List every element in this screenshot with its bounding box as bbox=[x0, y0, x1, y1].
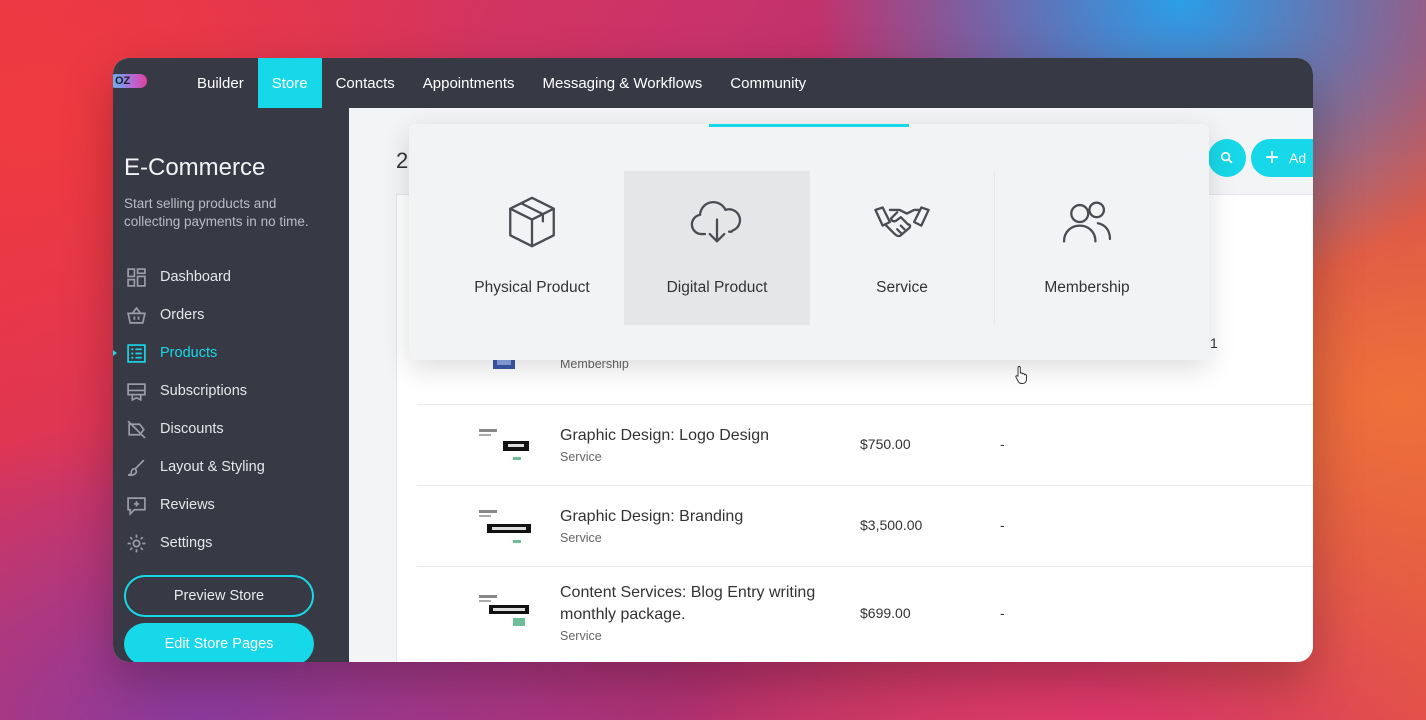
nav-builder[interactable]: Builder bbox=[183, 58, 258, 108]
sidebar-item-label: Reviews bbox=[160, 497, 215, 513]
brush-icon bbox=[125, 456, 147, 478]
sidebar-item-label: Orders bbox=[160, 307, 205, 323]
option-label: Service bbox=[876, 279, 928, 296]
product-name[interactable]: Graphic Design: Branding bbox=[560, 506, 840, 528]
sidebar-item-label: Products bbox=[160, 345, 218, 361]
product-stock: - bbox=[1000, 436, 1005, 452]
option-label: Membership bbox=[1044, 279, 1130, 296]
sidebar-item-subscriptions[interactable]: Subscriptions bbox=[113, 372, 349, 410]
sidebar-item-label: Settings bbox=[160, 535, 213, 551]
dashboard-icon bbox=[125, 266, 147, 288]
sidebar-subtitle: Start selling products and collecting pa… bbox=[124, 196, 309, 229]
sidebar-title: E-Commerce bbox=[124, 154, 266, 181]
search-icon bbox=[1220, 151, 1233, 164]
tag-icon bbox=[125, 418, 147, 440]
nav-contacts[interactable]: Contacts bbox=[322, 58, 409, 108]
option-physical-product[interactable]: Physical Product bbox=[439, 171, 625, 325]
table-row[interactable]: Content Services: Blog Entry writing mon… bbox=[417, 567, 1313, 662]
product-price: $750.00 bbox=[860, 436, 911, 452]
review-icon bbox=[125, 494, 147, 516]
product-stock: - bbox=[1000, 605, 1005, 621]
page-title-number: 2 bbox=[396, 148, 409, 173]
option-label: Physical Product bbox=[474, 279, 590, 296]
box-icon bbox=[509, 196, 555, 248]
sidebar-menu: Dashboard Orders Products Subscriptions … bbox=[113, 258, 349, 562]
sidebar-item-label: Dashboard bbox=[160, 269, 231, 285]
nav-store[interactable]: Store bbox=[257, 58, 322, 108]
product-type: Service bbox=[560, 531, 602, 545]
add-product-button[interactable]: + Ad bbox=[1251, 139, 1313, 177]
option-digital-product[interactable]: Digital Product bbox=[624, 171, 810, 325]
option-label: Digital Product bbox=[666, 279, 768, 296]
product-thumbnail bbox=[479, 425, 531, 467]
sidebar-item-reviews[interactable]: Reviews bbox=[113, 486, 349, 524]
app-logo[interactable]: OZ bbox=[113, 74, 147, 88]
sidebar-item-label: Subscriptions bbox=[160, 383, 248, 399]
table-row[interactable]: Graphic Design: Logo Design Service $750… bbox=[417, 405, 1313, 486]
product-price: $699.00 bbox=[860, 605, 911, 621]
option-membership[interactable]: Membership bbox=[994, 171, 1180, 325]
gear-icon bbox=[125, 532, 147, 554]
product-name[interactable]: Graphic Design: Logo Design bbox=[560, 425, 840, 447]
nav-community[interactable]: Community bbox=[716, 58, 820, 108]
option-service[interactable]: Service bbox=[809, 171, 995, 325]
product-thumbnail bbox=[479, 591, 531, 633]
nav-messaging-workflows[interactable]: Messaging & Workflows bbox=[529, 58, 717, 108]
product-type-dropdown: Physical Product Digital Product Service… bbox=[409, 124, 1209, 384]
sidebar: E-Commerce Start selling products and co… bbox=[113, 108, 349, 662]
nav-appointments[interactable]: Appointments bbox=[409, 58, 529, 108]
top-navigation-bar: OZ Builder Store Contacts Appointments M… bbox=[113, 58, 1313, 108]
add-product-label: Ad bbox=[1289, 150, 1307, 166]
sidebar-item-dashboard[interactable]: Dashboard bbox=[113, 258, 349, 296]
sidebar-item-label: Layout & Styling bbox=[160, 459, 265, 475]
preview-store-button[interactable]: Preview Store bbox=[124, 575, 314, 617]
plus-icon: + bbox=[1265, 144, 1280, 171]
edit-store-pages-button[interactable]: Edit Store Pages bbox=[124, 623, 314, 662]
product-stock: - bbox=[1000, 517, 1005, 533]
handshake-icon bbox=[874, 206, 930, 238]
product-type: Service bbox=[560, 629, 602, 643]
hand-cursor-icon bbox=[1015, 366, 1027, 384]
search-button[interactable] bbox=[1208, 139, 1246, 177]
product-price: $3,500.00 bbox=[860, 517, 923, 533]
sidebar-item-settings[interactable]: Settings bbox=[113, 524, 349, 562]
product-count: 1 bbox=[1210, 335, 1218, 351]
sidebar-item-layout-styling[interactable]: Layout & Styling bbox=[113, 448, 349, 486]
cloud-download-icon bbox=[690, 200, 742, 243]
list-icon bbox=[125, 342, 147, 364]
sidebar-item-products[interactable]: Products bbox=[113, 334, 349, 372]
dropdown-accent-bar bbox=[709, 124, 909, 127]
app-window: OZ Builder Store Contacts Appointments M… bbox=[113, 58, 1313, 662]
basket-icon bbox=[125, 304, 147, 326]
main-nav: Builder Store Contacts Appointments Mess… bbox=[183, 58, 820, 108]
table-row[interactable]: Graphic Design: Branding Service $3,500.… bbox=[417, 486, 1313, 567]
sidebar-item-discounts[interactable]: Discounts bbox=[113, 410, 349, 448]
product-thumbnail bbox=[479, 508, 531, 550]
logo-text: OZ bbox=[115, 75, 131, 87]
subscriptions-icon bbox=[125, 380, 147, 402]
users-icon bbox=[1062, 201, 1112, 243]
product-name[interactable]: Content Services: Blog Entry writing mon… bbox=[560, 582, 840, 626]
sidebar-item-label: Discounts bbox=[160, 421, 224, 437]
sidebar-item-orders[interactable]: Orders bbox=[113, 296, 349, 334]
product-type: Service bbox=[560, 450, 602, 464]
